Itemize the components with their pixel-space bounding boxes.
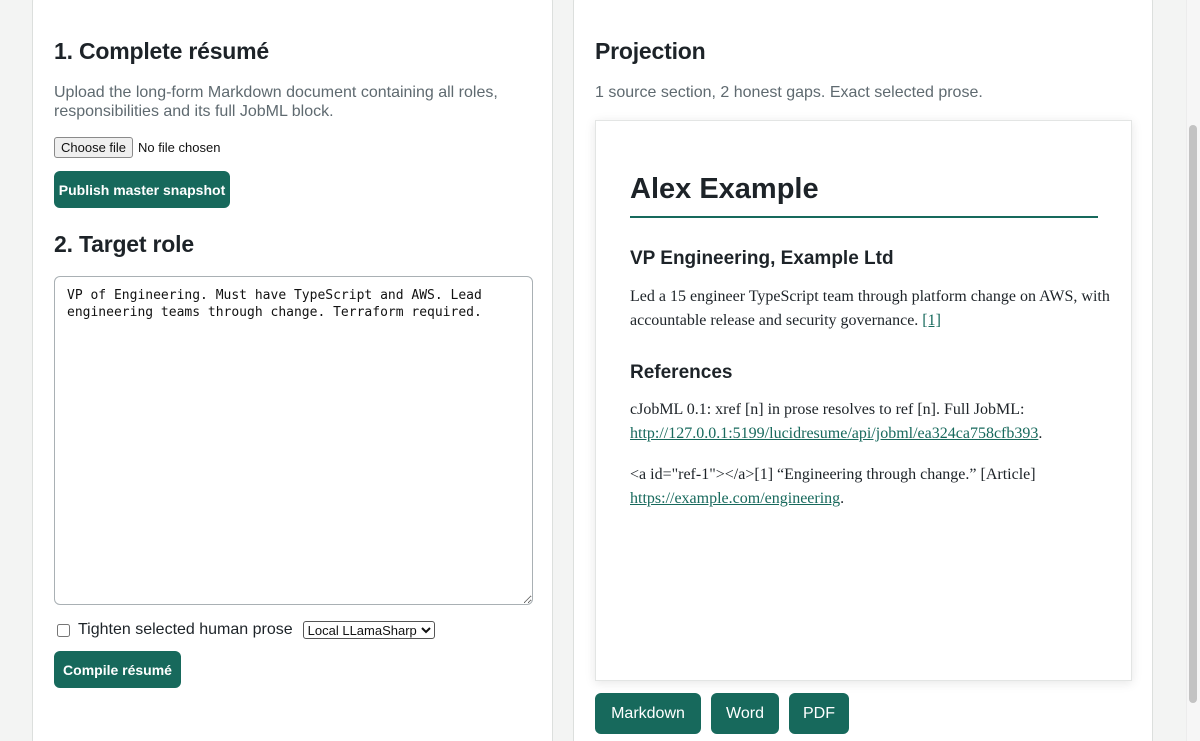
jobml-link[interactable]: http://127.0.0.1:5199/lucidresume/api/jo… [630, 425, 1038, 442]
tighten-prose-label: Tighten selected human prose [78, 621, 293, 638]
references-intro: cJobML 0.1: xref [n] in prose resolves t… [630, 398, 1110, 446]
file-picker: Choose file No file chosen [54, 137, 220, 158]
complete-resume-description: Upload the long-form Markdown document c… [54, 83, 534, 121]
master-panel: 1. Complete résumé Upload the long-form … [32, 0, 553, 741]
publish-master-snapshot-button[interactable]: Publish master snapshot [54, 171, 230, 208]
export-word-button[interactable]: Word [711, 693, 779, 734]
candidate-name: Alex Example [630, 173, 819, 205]
reference-1-link[interactable]: https://example.com/engineering [630, 490, 840, 507]
references-intro-end: . [1038, 425, 1043, 442]
file-status: No file chosen [138, 140, 221, 155]
description-line-1: Upload the long-form Markdown document c… [54, 84, 498, 101]
target-role-textarea[interactable]: VP of Engineering. Must have TypeScript … [54, 276, 533, 605]
role-description: Led a 15 engineer TypeScript team throug… [630, 285, 1110, 333]
reference-1-end: . [840, 490, 845, 507]
role-text: Led a 15 engineer TypeScript team throug… [630, 288, 1110, 329]
page-scrollbar-thumb[interactable] [1189, 125, 1197, 703]
references-heading: References [630, 362, 733, 383]
reference-1-text: <a id="ref-1"></a>[1] “Engineering throu… [630, 466, 1036, 483]
role-ref-link[interactable]: [1] [922, 312, 941, 329]
projection-summary: 1 source section, 2 honest gaps. Exact s… [595, 84, 983, 101]
projection-panel: Projection 1 source section, 2 honest ga… [573, 0, 1153, 741]
tighten-prose-checkbox[interactable] [57, 623, 70, 637]
resume-preview: Alex Example VP Engineering, Example Ltd… [595, 120, 1132, 681]
name-divider [630, 216, 1098, 218]
export-markdown-button[interactable]: Markdown [595, 693, 701, 734]
model-select[interactable]: Local LLamaSharp [302, 621, 435, 639]
page-scrollbar[interactable] [1186, 0, 1200, 741]
target-role-heading: 2. Target role [54, 231, 194, 257]
compile-options: Tighten selected human prose Local LLama… [57, 621, 435, 639]
projection-heading: Projection [595, 38, 706, 64]
compile-resume-button[interactable]: Compile résumé [54, 651, 181, 688]
complete-resume-heading: 1. Complete résumé [54, 38, 269, 64]
choose-file-button[interactable]: Choose file [54, 137, 134, 158]
export-pdf-button[interactable]: PDF [789, 693, 849, 734]
reference-1: <a id="ref-1"></a>[1] “Engineering throu… [630, 463, 1110, 511]
description-line-2: responsibilities and its full JobML bloc… [54, 103, 334, 120]
references-intro-text: cJobML 0.1: xref [n] in prose resolves t… [630, 401, 1025, 418]
role-heading: VP Engineering, Example Ltd [630, 248, 894, 269]
